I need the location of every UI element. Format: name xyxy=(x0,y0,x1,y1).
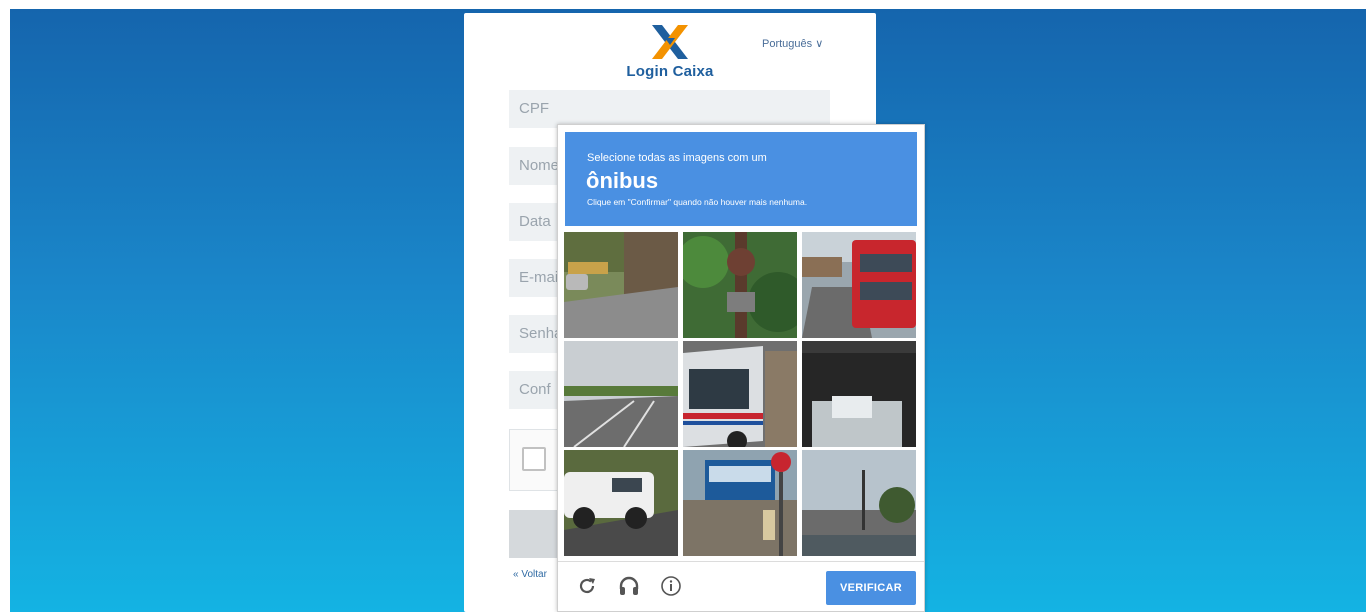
language-selector[interactable]: Português ∨ xyxy=(762,37,823,50)
captcha-header: Selecione todas as imagens com um ônibus… xyxy=(565,132,917,226)
back-link[interactable]: « Voltar xyxy=(513,569,547,580)
captcha-tile[interactable] xyxy=(564,232,678,338)
info-icon[interactable] xyxy=(660,575,682,597)
captcha-footer-divider xyxy=(558,561,924,562)
captcha-tile[interactable] xyxy=(683,341,797,447)
cpf-field[interactable]: CPF xyxy=(509,90,830,128)
headphones-icon[interactable] xyxy=(618,575,640,597)
captcha-tile[interactable] xyxy=(802,232,916,338)
captcha-instruction: Selecione todas as imagens com um xyxy=(587,152,767,164)
captcha-tile[interactable] xyxy=(683,450,797,556)
login-title: Login Caixa xyxy=(626,63,714,80)
captcha-tile[interactable] xyxy=(564,450,678,556)
captcha-target: ônibus xyxy=(586,168,659,193)
captcha-tile[interactable] xyxy=(564,341,678,447)
captcha-image-grid xyxy=(564,232,918,556)
caixa-logo-icon xyxy=(652,25,688,59)
reload-icon[interactable] xyxy=(576,575,598,597)
captcha-tile[interactable] xyxy=(802,450,916,556)
captcha-tile[interactable] xyxy=(802,341,916,447)
captcha-tile[interactable] xyxy=(683,232,797,338)
recaptcha-checkbox[interactable] xyxy=(522,447,546,471)
captcha-hint: Clique em "Confirmar" quando não houver … xyxy=(587,197,808,207)
captcha-dialog: Selecione todas as imagens com um ônibus… xyxy=(557,124,925,612)
verify-button[interactable]: VERIFICAR xyxy=(826,571,916,605)
